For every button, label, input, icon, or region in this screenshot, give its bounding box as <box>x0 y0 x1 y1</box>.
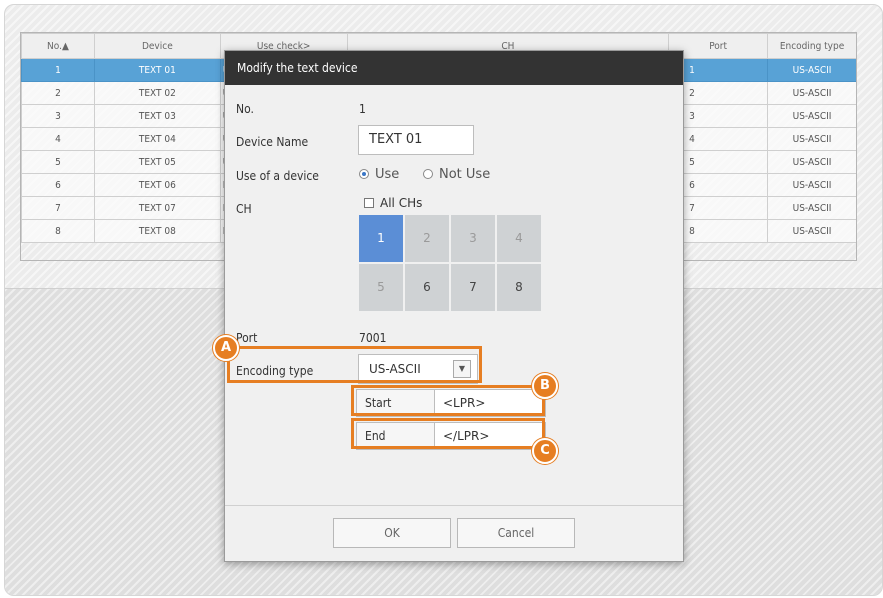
no-label: No. <box>236 102 254 116</box>
radio-unselected-icon <box>423 169 433 179</box>
cell-encoding: US-ASCII <box>767 58 857 82</box>
channel-6-button[interactable]: 6 <box>405 264 449 311</box>
callout-b-badge: B <box>532 373 558 399</box>
channel-5-button[interactable]: 5 <box>359 264 403 311</box>
column-header-device[interactable]: Device <box>93 33 221 59</box>
not-use-radio-label: Not Use <box>439 167 491 182</box>
cell-device: TEXT 04 <box>93 127 221 151</box>
callout-c-badge: C <box>532 438 558 464</box>
use-radio-label: Use <box>375 167 400 182</box>
use-radio[interactable]: Use <box>359 167 399 182</box>
checkbox-icon <box>364 198 374 208</box>
all-chs-label: All CHs <box>380 196 423 210</box>
channel-2-button[interactable]: 2 <box>405 215 449 262</box>
cell-device: TEXT 07 <box>93 196 221 220</box>
channel-1-button[interactable]: 1 <box>359 215 403 262</box>
cell-encoding: US-ASCII <box>767 173 857 197</box>
channel-3-button[interactable]: 3 <box>451 215 495 262</box>
use-of-device-label: Use of a device <box>236 169 319 183</box>
radio-selected-icon <box>359 169 369 179</box>
cell-no: 2 <box>21 81 95 105</box>
callout-a-badge: A <box>213 335 239 361</box>
all-chs-checkbox[interactable]: All CHs <box>364 196 422 210</box>
cell-device: TEXT 02 <box>93 81 221 105</box>
channel-8-button[interactable]: 8 <box>497 264 541 311</box>
cancel-button[interactable]: Cancel <box>457 518 575 548</box>
device-name-input[interactable]: TEXT 01 <box>358 125 474 155</box>
cell-encoding: US-ASCII <box>767 127 857 151</box>
cell-no: 3 <box>21 104 95 128</box>
cell-device: TEXT 06 <box>93 173 221 197</box>
callout-b-highlight <box>351 385 545 416</box>
cell-no: 5 <box>21 150 95 174</box>
channel-4-button[interactable]: 4 <box>497 215 541 262</box>
cell-device: TEXT 08 <box>93 219 221 243</box>
not-use-radio[interactable]: Not Use <box>423 167 490 182</box>
device-name-label: Device Name <box>236 135 309 149</box>
cell-encoding: US-ASCII <box>767 150 857 174</box>
ok-button[interactable]: OK <box>333 518 451 548</box>
no-value: 1 <box>359 102 366 116</box>
channel-grid: 1 2 3 4 5 6 7 8 <box>359 215 555 313</box>
ch-label: CH <box>236 202 252 216</box>
cell-no: 4 <box>21 127 95 151</box>
port-label: Port <box>236 331 258 345</box>
dialog-title: Modify the text device <box>225 51 683 85</box>
dialog-footer-divider <box>225 505 683 506</box>
column-header-encoding[interactable]: Encoding type <box>767 33 857 59</box>
cell-device: TEXT 03 <box>93 104 221 128</box>
cell-no: 1 <box>21 58 95 82</box>
cell-device: TEXT 05 <box>93 150 221 174</box>
cell-encoding: US-ASCII <box>767 196 857 220</box>
callout-a-highlight <box>227 346 482 383</box>
cell-encoding: US-ASCII <box>767 104 857 128</box>
modify-text-device-dialog: Modify the text device No. 1 Device Name… <box>224 50 684 562</box>
cell-encoding: US-ASCII <box>767 219 857 243</box>
callout-c-highlight <box>351 418 545 449</box>
cell-no: 8 <box>21 219 95 243</box>
cell-no: 6 <box>21 173 95 197</box>
cell-device: TEXT 01 <box>93 58 221 82</box>
cell-encoding: US-ASCII <box>767 81 857 105</box>
cell-no: 7 <box>21 196 95 220</box>
port-value: 7001 <box>359 331 387 345</box>
channel-7-button[interactable]: 7 <box>451 264 495 311</box>
column-header-no[interactable]: No.▲ <box>21 33 95 59</box>
